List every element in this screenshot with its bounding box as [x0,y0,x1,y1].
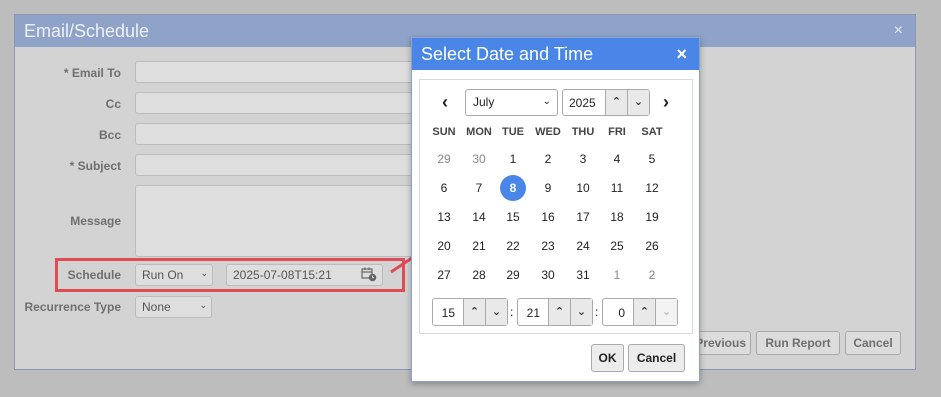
ok-button[interactable]: OK [591,344,624,372]
calendar-day[interactable]: 14 [466,204,492,230]
weekday-label: SAT [641,126,663,138]
second-value: 0 [618,306,625,320]
bcc-label: Bcc [98,128,121,142]
email-to-field[interactable] [135,61,425,83]
message-textarea[interactable] [135,185,425,257]
close-icon[interactable]: × [676,38,687,70]
close-icon[interactable]: × [894,15,903,47]
cancel-button[interactable]: Cancel [845,331,901,355]
calendar-day[interactable]: 17 [570,204,596,230]
calendar-day[interactable]: 31 [570,262,596,288]
calendar-day[interactable]: 28 [466,262,492,288]
recurrence-type-value: None [142,300,171,314]
calendar-day[interactable]: 18 [604,204,630,230]
second-down-icon[interactable]: ⌄ [655,299,677,325]
prev-month-icon[interactable]: ‹ [436,90,454,114]
calendar-panel: ‹ July ⌄ 2025 ⌃ ⌄ › SUN MON TUE WED THU … [419,79,693,334]
calendar-day[interactable]: 15 [500,204,526,230]
cc-label: Cc [105,97,121,111]
calendar-day[interactable]: 2 [639,262,665,288]
time-separator: : [595,305,599,319]
email-to-label: * Email To [63,66,121,80]
year-value: 2025 [569,96,596,110]
calendar-day[interactable]: 5 [639,146,665,172]
calendar-day[interactable]: 9 [535,175,561,201]
calendar-day[interactable]: 2 [535,146,561,172]
weekday-label: THU [571,126,595,138]
date-time-picker: Select Date and Time × ‹ July ⌄ 2025 ⌃ ⌄… [411,37,700,382]
year-up-icon[interactable]: ⌃ [605,90,627,115]
calendar-day[interactable]: 19 [639,204,665,230]
calendar-day[interactable]: 27 [431,262,457,288]
recurrence-type-select[interactable]: None ⌄ [135,296,212,318]
subject-label: * Subject [69,159,121,173]
calendar-day[interactable]: 6 [431,175,457,201]
calendar-day[interactable]: 21 [466,233,492,259]
bcc-field[interactable] [135,123,425,145]
dialog-title: Email/Schedule [24,21,150,41]
month-value: July [473,95,495,109]
weekday-label: WED [535,126,561,138]
hour-value: 15 [441,306,455,320]
picker-title: Select Date and Time [421,44,594,64]
calendar-day[interactable]: 4 [604,146,630,172]
calendar-day[interactable]: 30 [466,146,492,172]
chevron-down-icon: ⌄ [199,300,207,310]
calendar-day[interactable]: 22 [500,233,526,259]
calendar-day[interactable]: 16 [535,204,561,230]
subject-field[interactable] [135,154,425,176]
time-separator: : [510,305,514,319]
message-label: Message [70,214,121,228]
minute-down-icon[interactable]: ⌄ [570,299,592,325]
hour-stepper[interactable]: 15 ⌃ ⌄ [432,298,508,326]
second-stepper[interactable]: 0 ⌃ ⌄ [602,298,678,326]
calendar-day[interactable]: 1 [500,146,526,172]
calendar-day[interactable]: 29 [431,146,457,172]
minute-value: 21 [526,306,540,320]
calendar-day[interactable]: 26 [639,233,665,259]
recurrence-type-label: Recurrence Type [24,300,122,314]
minute-stepper[interactable]: 21 ⌃ ⌄ [517,298,593,326]
second-up-icon[interactable]: ⌃ [633,299,655,325]
weekday-label: FRI [608,126,626,138]
calendar-day[interactable]: 7 [466,175,492,201]
chevron-down-icon: ⌄ [542,96,551,107]
minute-up-icon[interactable]: ⌃ [548,299,570,325]
year-stepper[interactable]: 2025 ⌃ ⌄ [562,89,650,116]
weekday-label: MON [466,126,492,138]
year-down-icon[interactable]: ⌄ [627,90,649,115]
weekday-label: SUN [432,126,456,138]
calendar-day[interactable]: 11 [604,175,630,201]
month-select[interactable]: July ⌄ [465,89,558,116]
schedule-highlight [55,258,405,292]
picker-titlebar: Select Date and Time × [412,38,699,70]
weekday-label: TUE [502,126,524,138]
calendar-day[interactable]: 1 [604,262,630,288]
calendar-day[interactable]: 20 [431,233,457,259]
cc-field[interactable] [135,92,425,114]
calendar-day[interactable]: 12 [639,175,665,201]
hour-down-icon[interactable]: ⌄ [485,299,507,325]
run-report-button[interactable]: Run Report [756,331,840,355]
calendar-day[interactable]: 10 [570,175,596,201]
calendar-day[interactable]: 25 [604,233,630,259]
calendar-day[interactable]: 23 [535,233,561,259]
calendar-day-selected[interactable]: 8 [500,175,526,201]
hour-up-icon[interactable]: ⌃ [463,299,485,325]
calendar-day[interactable]: 13 [431,204,457,230]
calendar-day[interactable]: 3 [570,146,596,172]
calendar-day[interactable]: 24 [570,233,596,259]
calendar-day[interactable]: 29 [500,262,526,288]
calendar-day[interactable]: 30 [535,262,561,288]
picker-cancel-button[interactable]: Cancel [628,344,685,372]
next-month-icon[interactable]: › [657,90,675,114]
